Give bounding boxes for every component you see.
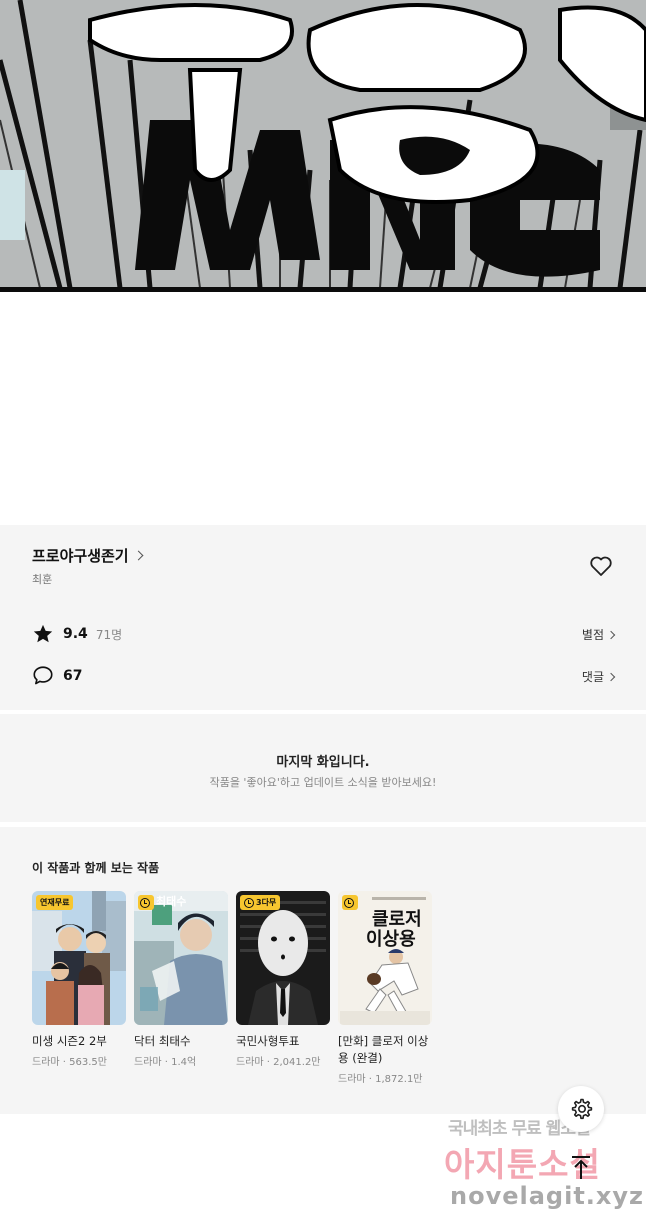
- last-episode-subtitle: 작품을 '좋아요'하고 업데이트 소식을 받아보세요!: [209, 776, 437, 789]
- card-title: 미생 시즌2 2부: [32, 1034, 107, 1048]
- last-episode-notice: 마지막 화입니다. 작품을 '좋아요'하고 업데이트 소식을 받아보세요!: [0, 714, 646, 822]
- card-title: 닥터 최태수: [134, 1034, 191, 1048]
- card-meta: 드라마 · 1,872.1만: [338, 1074, 423, 1085]
- cover-thumbnail: 연재무료: [32, 891, 126, 1025]
- free-series-badge: 연재무료: [36, 895, 74, 910]
- rate-label: 별점: [581, 628, 604, 642]
- card-title: 국민사형투표: [236, 1034, 300, 1048]
- wait-free-badge: [342, 895, 358, 910]
- rating-value: 9.4: [63, 626, 88, 642]
- cover-thumbnail: 클로저 이상용: [338, 891, 432, 1025]
- recommendation-card[interactable]: 최태수 닥터 최태수 드라마 · 1.4억: [134, 891, 228, 1068]
- comments-button[interactable]: 댓글: [581, 668, 616, 685]
- comments-label: 댓글: [581, 670, 604, 684]
- card-meta: 드라마 · 1.4억: [134, 1057, 197, 1068]
- cover-subtitle-text: 이상용: [366, 929, 416, 950]
- site-watermark: 국내최초 무료 웹소설 아지툰소설 novelagit.xyz: [440, 1114, 643, 1214]
- chevron-right-icon: [133, 550, 144, 561]
- scroll-to-top-icon[interactable]: [566, 1152, 596, 1182]
- watermark-line3: novelagit.xyz: [450, 1182, 645, 1210]
- cover-title-text: 최태수: [156, 895, 187, 908]
- cover-art: [134, 891, 228, 1025]
- rate-button[interactable]: 별점: [581, 626, 616, 643]
- comment-count: 67: [63, 667, 83, 684]
- recommendation-card[interactable]: 연재무료 미생 시즌2 2부 드라마 · 563.5만: [32, 891, 126, 1068]
- clock-icon: [344, 897, 354, 908]
- cover-art: 클로저 이상용: [338, 891, 432, 1025]
- last-episode-title: 마지막 화입니다.: [276, 755, 370, 770]
- cover-art: [32, 891, 126, 1025]
- gear-icon: [571, 1098, 593, 1120]
- rater-count: 71명: [95, 627, 123, 642]
- cover-thumbnail: 최태수: [134, 891, 228, 1025]
- card-meta: 드라마 · 563.5만: [32, 1057, 107, 1068]
- cover-thumbnail: 3다무: [236, 891, 330, 1025]
- comic-panel-image: [0, 0, 646, 292]
- badge-label: 3다무: [256, 898, 277, 907]
- comment-bubble-icon: [33, 666, 53, 685]
- wait-free-badge: [138, 895, 154, 910]
- recommendation-section: 이 작품과 함께 보는 작품 연재무료 미생 시즌2 2부 드라마 · 563.…: [0, 827, 646, 1114]
- cover-title-text: 클로저: [372, 909, 422, 930]
- comic-artwork: [0, 0, 646, 292]
- comment-row: 67: [32, 665, 82, 686]
- clock-icon: [244, 897, 254, 908]
- star-icon: [33, 624, 53, 643]
- chevron-right-icon: [606, 630, 616, 639]
- cover-art: [236, 891, 330, 1025]
- recommendation-card[interactable]: 클로저 이상용 [만화] 클로저 이상용 (완결) 드라마 · 1,872.1만: [338, 891, 432, 1085]
- work-title: 프로야구생존기: [32, 547, 129, 565]
- blank-space: [0, 292, 646, 525]
- chevron-right-icon: [606, 672, 616, 681]
- work-author: 최훈: [32, 573, 53, 586]
- recommendation-heading: 이 작품과 함께 보는 작품: [32, 861, 160, 875]
- work-title-link[interactable]: 프로야구생존기: [32, 545, 144, 566]
- card-title: [만화] 클로저 이상용 (완결): [338, 1034, 429, 1065]
- rating-row: 9.4 71명: [32, 623, 122, 645]
- clock-icon: [140, 897, 150, 908]
- wait-free-badge: 3다무: [240, 895, 281, 910]
- card-meta: 드라마 · 2,041.2만: [236, 1057, 321, 1068]
- settings-button[interactable]: [558, 1086, 604, 1132]
- heart-icon[interactable]: [589, 555, 613, 577]
- recommendation-card[interactable]: 3다무 국민사형투표 드라마 · 2,041.2만: [236, 891, 330, 1068]
- work-info-section: 프로야구생존기 최훈 9.4 71명 별점 67 댓글: [0, 525, 646, 710]
